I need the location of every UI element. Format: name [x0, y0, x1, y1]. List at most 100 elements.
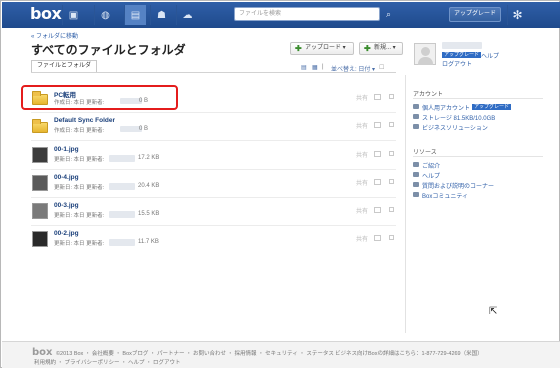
item-size: 0 B [139, 126, 149, 132]
image-thumbnail [32, 147, 48, 163]
row-checkbox[interactable] [389, 122, 394, 127]
item-size: 17.2 KB [138, 155, 160, 161]
footer-contact: ビジネス向けBoxの詳細はこちら：1-877-729-4269（米国） [335, 351, 483, 357]
sort-dropdown[interactable]: 並べ替え: 日付 ▾ [331, 64, 375, 73]
image-thumbnail [32, 175, 48, 191]
sidebar-item-community[interactable]: Boxコミュニティ [413, 191, 468, 200]
list-view-icon[interactable]: ▤ [301, 64, 307, 71]
list-item[interactable]: 00-1.jpg 更新日: 本日 更新者: 17.2 KB 共有 [31, 143, 396, 170]
avatar[interactable] [414, 43, 436, 65]
row-checkbox[interactable] [389, 94, 394, 99]
footer: box ©2013 Box ・ 会社概要 ・ Boxブログ ・ パートナー ・ … [2, 341, 560, 368]
folder-icon[interactable]: ▤ [124, 5, 146, 25]
comment-icon[interactable] [374, 235, 381, 241]
list-item[interactable]: 00-2.jpg 更新日: 本日 更新者: 11.7 KB 共有 [31, 227, 396, 254]
upgrade-badge[interactable]: アップグレード [442, 52, 482, 58]
top-navigation-bar: box ▣ ◍ ▤ ☗ ☁ ファイルを検索 ⌕ アップグレード ✻ [2, 2, 560, 28]
folder-icon-box [31, 117, 49, 135]
comment-icon[interactable] [374, 94, 381, 100]
upload-button[interactable]: ✚ アップロード ▾ [290, 42, 354, 55]
image-thumb-box [31, 230, 49, 248]
share-action[interactable]: 共有 [356, 178, 368, 187]
sidebar-item-label: ストレージ 81.5KB/10.0GB [422, 116, 496, 122]
image-thumb-box [31, 146, 49, 164]
business-icon [413, 124, 419, 129]
upload-button-label: アップロード ▾ [305, 45, 346, 51]
new-button[interactable]: ✚ 新規... ▾ [359, 42, 403, 55]
sidebar-item-business-solutions[interactable]: ビジネスソリューション [413, 123, 488, 132]
redacted-user [109, 183, 135, 190]
comment-icon[interactable] [374, 122, 381, 128]
footer-logo[interactable]: box [32, 347, 52, 358]
sidebar-separator [413, 98, 543, 99]
redacted-username [442, 42, 482, 49]
sidebar-item-referral[interactable]: ご紹介 [413, 161, 440, 170]
item-name[interactable]: Default Sync Folder [54, 117, 115, 124]
footer-links-secondary[interactable]: 利用規約 ・ プライバシーポリシー ・ ヘルプ ・ ログアウト [34, 358, 181, 366]
item-meta: 更新日: 本日 更新者: [54, 157, 105, 163]
row-checkbox[interactable] [389, 207, 394, 212]
help-link[interactable]: ヘルプ [481, 51, 499, 60]
sidebar-item-personal-account[interactable]: 個人用アカウント [413, 103, 470, 112]
browser-frame: box ▣ ◍ ▤ ☗ ☁ ファイルを検索 ⌕ アップグレード ✻ « フォルダ… [0, 0, 560, 368]
item-size: 20.4 KB [138, 183, 160, 189]
row-checkbox[interactable] [389, 151, 394, 156]
list-item[interactable]: 00-4.jpg 更新日: 本日 更新者: 20.4 KB 共有 [31, 171, 396, 198]
share-action[interactable]: 共有 [356, 234, 368, 243]
footer-links[interactable]: ©2013 Box ・ 会社概要 ・ Boxブログ ・ パートナー ・ お問い合… [56, 349, 334, 357]
row-checkbox[interactable] [389, 179, 394, 184]
image-thumbnail [32, 203, 48, 219]
item-size: 15.5 KB [138, 211, 160, 217]
item-name[interactable]: 00-2.jpg [54, 230, 79, 237]
item-name[interactable]: 00-3.jpg [54, 202, 79, 209]
share-action[interactable]: 共有 [356, 93, 368, 102]
list-item[interactable]: Default Sync Folder 作成日: 本日 更新者: 0 B 共有 [31, 114, 396, 141]
select-all-checkbox-icon[interactable]: ☐ [379, 64, 384, 71]
comment-icon[interactable] [374, 151, 381, 157]
row-checkbox[interactable] [389, 235, 394, 240]
share-action[interactable]: 共有 [356, 206, 368, 215]
sidebar-item-label: ご紹介 [422, 164, 441, 170]
grid-view-icon[interactable]: ▦ [312, 64, 318, 71]
tab-files-and-folders[interactable]: ファイルとフォルダ [31, 60, 98, 72]
upgrade-button[interactable]: アップグレード [449, 7, 501, 22]
search-icon[interactable]: ⌕ [381, 7, 396, 21]
logout-link[interactable]: ログアウト [442, 59, 472, 68]
new-button-label: 新規... ▾ [374, 45, 396, 51]
image-thumb-box [31, 174, 49, 192]
back-to-folder-link[interactable]: « フォルダに移動 [31, 31, 78, 40]
account-upgrade-badge[interactable]: アップグレード [472, 104, 512, 110]
help-icon [413, 172, 419, 177]
share-action[interactable]: 共有 [356, 121, 368, 130]
item-meta: 作成日: 本日 更新者: [54, 128, 105, 134]
search-input[interactable]: ファイルを検索 [234, 7, 380, 21]
item-name[interactable]: 00-1.jpg [54, 146, 79, 153]
redacted-user [109, 211, 135, 218]
sidebar-item-label: ヘルプ [422, 174, 441, 180]
gear-icon[interactable]: ✻ [507, 5, 527, 25]
globe-icon[interactable]: ◍ [94, 5, 116, 25]
item-meta: 更新日: 本日 更新者: [54, 185, 105, 191]
dashboard-icon[interactable]: ▣ [62, 5, 84, 25]
cloud-icon[interactable]: ☁ [176, 5, 198, 25]
people-icon[interactable]: ☗ [150, 5, 172, 25]
mouse-cursor-icon: ⇱ [489, 306, 498, 317]
account-icon [413, 104, 419, 109]
sidebar-item-qa[interactable]: 質問および説明のコーナー [413, 181, 494, 190]
comment-icon[interactable] [374, 207, 381, 213]
plus-icon: ✚ [295, 44, 302, 53]
comment-icon[interactable] [374, 179, 381, 185]
sidebar-item-label: ビジネスソリューション [422, 126, 488, 132]
box-logo[interactable]: box [30, 4, 62, 23]
item-meta: 更新日: 本日 更新者: [54, 213, 105, 219]
sidebar-item-label: Boxコミュニティ [422, 194, 468, 200]
list-item[interactable]: 00-3.jpg 更新日: 本日 更新者: 15.5 KB 共有 [31, 199, 396, 226]
sidebar-item-storage: ストレージ 81.5KB/10.0GB [413, 113, 495, 122]
share-action[interactable]: 共有 [356, 150, 368, 159]
item-name[interactable]: 00-4.jpg [54, 174, 79, 181]
plus-icon: ✚ [364, 44, 371, 53]
sidebar-item-help[interactable]: ヘルプ [413, 171, 440, 180]
item-meta: 更新日: 本日 更新者: [54, 241, 105, 247]
redacted-user [109, 155, 135, 162]
qa-icon [413, 182, 419, 187]
